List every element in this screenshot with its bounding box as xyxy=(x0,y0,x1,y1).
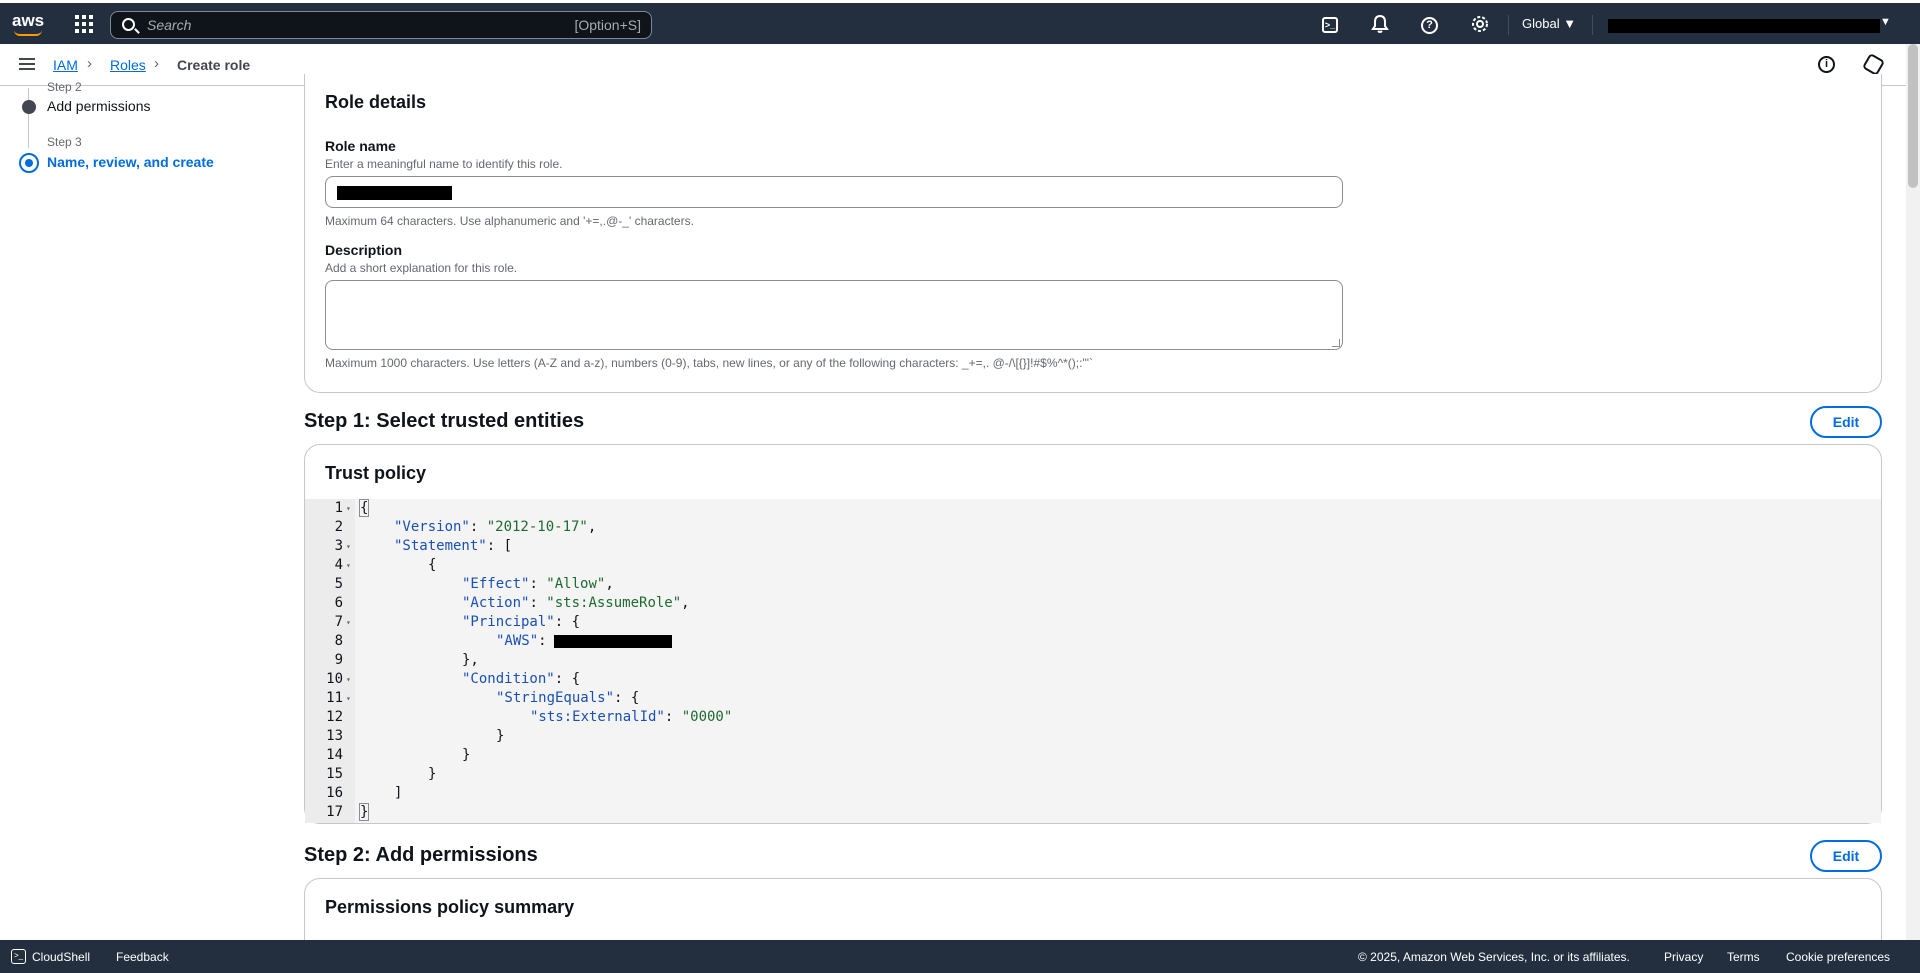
role-details-card: Role details Role name Enter a meaningfu… xyxy=(304,74,1882,393)
code-line: }, xyxy=(462,652,479,668)
cloudshell-link[interactable]: CloudShell xyxy=(32,950,90,964)
description-hint: Maximum 1000 characters. Use letters (A-… xyxy=(325,356,1093,370)
step2-dot-icon xyxy=(22,100,36,114)
cloudshell-icon[interactable]: >_ xyxy=(1322,17,1338,33)
search-icon xyxy=(122,18,135,31)
code-string: "sts:AssumeRole" xyxy=(546,595,682,611)
role-name-label: Role name xyxy=(325,138,396,154)
code-string: "Allow" xyxy=(546,576,606,592)
description-textarea[interactable] xyxy=(325,280,1343,350)
chevron-right-icon: › xyxy=(87,55,92,72)
copyright-text: © 2025, Amazon Web Services, Inc. or its… xyxy=(1358,950,1630,964)
page-scrollbar-thumb[interactable] xyxy=(1908,44,1918,188)
code-line: "sts:ExternalId": "0000" xyxy=(530,709,733,725)
services-grid-icon[interactable] xyxy=(75,15,93,33)
step2-edit-button[interactable]: Edit xyxy=(1810,840,1882,872)
code-key: "Effect" xyxy=(462,576,530,592)
code-key: "Version" xyxy=(394,519,470,535)
code-line: "Condition": { xyxy=(462,671,581,687)
cloudshell-terminal-icon[interactable]: >_ xyxy=(11,949,26,964)
step3-number: Step 3 xyxy=(47,135,82,149)
code-string: "2012-10-17" xyxy=(486,519,588,535)
code-key: "Statement" xyxy=(394,538,487,554)
region-label: Global xyxy=(1522,16,1560,31)
breadcrumb-roles[interactable]: Roles xyxy=(110,57,146,73)
role-name-hint: Maximum 64 characters. Use alphanumeric … xyxy=(325,214,694,228)
role-name-input[interactable] xyxy=(325,176,1343,208)
role-name-value-redacted xyxy=(337,186,452,200)
aws-logo-text: aws xyxy=(12,11,45,30)
code-line: "StringEquals": { xyxy=(496,690,640,706)
terms-link[interactable]: Terms xyxy=(1727,950,1760,964)
textarea-resize-handle[interactable] xyxy=(1332,339,1340,347)
code-key: "Principal" xyxy=(462,614,555,630)
feedback-link[interactable]: Feedback xyxy=(116,950,169,964)
search-input[interactable]: Search [Option+S] xyxy=(110,11,652,39)
info-icon[interactable]: i xyxy=(1818,56,1835,73)
aws-smile-icon xyxy=(14,30,42,36)
description-label: Description xyxy=(325,242,403,258)
code-key: "StringEquals" xyxy=(496,690,615,706)
step3-current: Name, review, and create xyxy=(47,154,214,170)
code-line: { xyxy=(305,499,1881,518)
description-description: Add a short explanation for this role. xyxy=(325,261,518,275)
step2-link[interactable]: Add permissions xyxy=(47,98,151,114)
permissions-summary-title: Permissions policy summary xyxy=(325,897,575,917)
code-key: "AWS" xyxy=(496,633,539,649)
search-placeholder: Search xyxy=(147,17,192,33)
notifications-bell-icon[interactable] xyxy=(1370,14,1390,34)
code-line: "Version": "2012-10-17", xyxy=(394,519,597,535)
step-connector-line xyxy=(28,88,29,148)
top-navigation-bar: aws Search [Option+S] >_ ? Global ▼ ▼ xyxy=(0,0,1920,44)
principal-arn-redacted xyxy=(554,635,672,648)
code-line: "AWS": xyxy=(305,632,1881,651)
trust-policy-title: Trust policy xyxy=(325,463,427,483)
breadcrumb-create-role: Create role xyxy=(177,57,251,73)
hexagon-icon[interactable] xyxy=(1861,52,1886,77)
step2-number-cut: Step 2 xyxy=(47,80,82,94)
help-icon[interactable]: ? xyxy=(1421,17,1438,34)
code-line: } xyxy=(462,747,471,763)
code-line: } xyxy=(305,803,1881,822)
cookie-preferences-link[interactable]: Cookie preferences xyxy=(1786,950,1890,964)
code-key: "sts:ExternalId" xyxy=(530,709,665,725)
code-string: "0000" xyxy=(681,709,733,725)
breadcrumb-iam[interactable]: IAM xyxy=(53,57,78,73)
account-menu-redacted[interactable] xyxy=(1608,19,1880,33)
account-caret-down-icon[interactable]: ▼ xyxy=(1880,16,1891,28)
aws-logo[interactable]: aws xyxy=(12,11,46,37)
step1-edit-button[interactable]: Edit xyxy=(1810,406,1882,438)
code-line: "Statement": [ xyxy=(394,538,513,554)
code-line: } xyxy=(428,766,437,782)
privacy-link[interactable]: Privacy xyxy=(1664,950,1703,964)
step3-active-dot-icon xyxy=(19,153,39,173)
code-brace: } xyxy=(358,803,370,821)
trust-policy-code-editor[interactable]: 1 ▾ 2 3 ▾ 4 ▾ 5 6 7 ▾ 8 9 10 ▾ 11 ▾ 12 13 14 15 16 17 { "Versi… xyxy=(305,499,1881,823)
settings-gear-icon[interactable] xyxy=(1470,14,1490,34)
code-key: "Condition" xyxy=(462,671,555,687)
step2-heading: Step 2: Add permissions xyxy=(304,844,538,866)
topbar-divider xyxy=(1508,15,1509,35)
code-line: { xyxy=(428,557,437,573)
region-selector[interactable]: Global ▼ xyxy=(1522,16,1576,31)
code-line: "Effect": "Allow", xyxy=(462,576,614,592)
console-footer: >_ CloudShell Feedback © 2025, Amazon We… xyxy=(0,940,1920,973)
role-name-description: Enter a meaningful name to identify this… xyxy=(325,157,563,171)
hamburger-menu-icon[interactable] xyxy=(19,58,35,70)
search-shortcut: [Option+S] xyxy=(574,17,641,33)
trust-policy-card: Trust policy 1 ▾ 2 3 ▾ 4 ▾ 5 6 7 ▾ 8 9 10 ▾ 11 ▾ 12 13 14 15… xyxy=(304,444,1882,824)
code-line: } xyxy=(496,728,505,744)
caret-down-icon: ▼ xyxy=(1563,16,1577,31)
code-key: "Action" xyxy=(462,595,530,611)
chevron-right-icon: › xyxy=(154,55,159,72)
code-line: "Principal": { xyxy=(462,614,581,630)
topbar-divider xyxy=(1592,15,1593,35)
code-line: "Action": "sts:AssumeRole", xyxy=(462,595,690,611)
step1-heading: Step 1: Select trusted entities xyxy=(304,410,585,432)
code-line: ] xyxy=(394,785,403,801)
code-brace: { xyxy=(358,499,370,517)
role-details-title: Role details xyxy=(325,92,427,112)
